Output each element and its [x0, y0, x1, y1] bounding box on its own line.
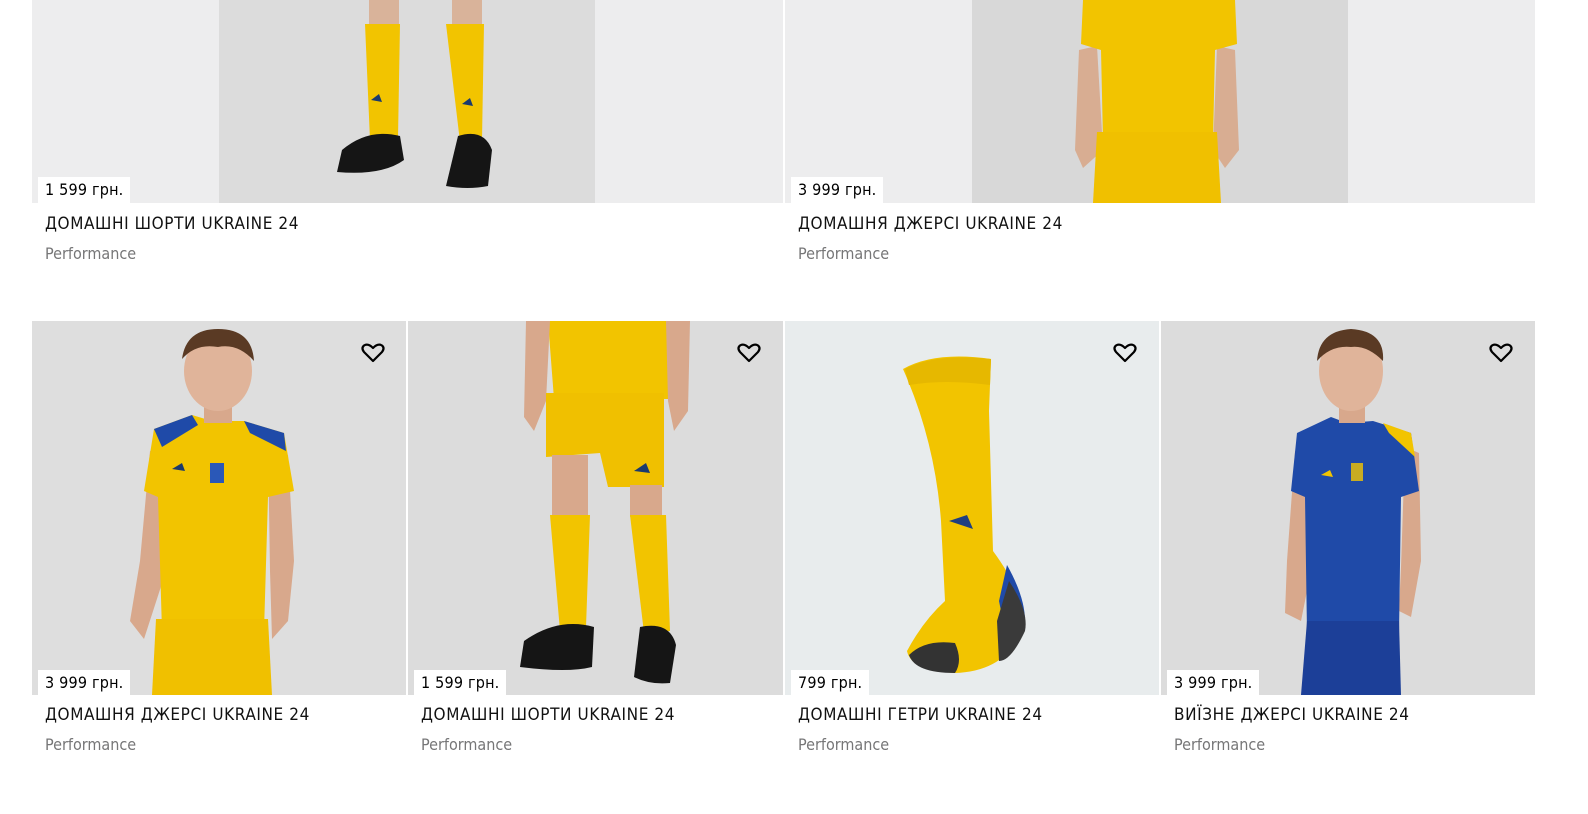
product-title[interactable]: ДОМАШНІ ГЕТРИ UKRAINE 24 [798, 705, 1043, 725]
product-price: 3 999 грн. [791, 177, 884, 203]
product-image[interactable] [408, 321, 783, 695]
product-card[interactable]: 3 999 грн. ДОМАШНЯ ДЖЕРСІ UKRAINE 24 Per… [32, 321, 406, 781]
product-price: 1 599 грн. [414, 670, 507, 696]
product-brand: Performance [798, 244, 890, 263]
product-title[interactable]: ДОМАШНЯ ДЖЕРСІ UKRAINE 24 [45, 705, 310, 725]
product-title[interactable]: ДОМАШНЯ ДЖЕРСІ UKRAINE 24 [798, 214, 1063, 234]
product-price: 799 грн. [791, 670, 870, 696]
product-brand: Performance [421, 735, 513, 754]
product-card[interactable]: 3 999 грн. ДОМАШНЯ ДЖЕРСІ UKRAINE 24 Per… [785, 0, 1535, 290]
product-image[interactable] [32, 0, 783, 203]
product-title[interactable]: ДОМАШНІ ШОРТИ UKRAINE 24 [45, 214, 299, 234]
product-brand: Performance [1174, 735, 1266, 754]
product-price: 3 999 грн. [38, 670, 131, 696]
product-card[interactable]: 1 599 грн. ДОМАШНІ ШОРТИ UKRAINE 24 Perf… [32, 0, 783, 290]
heart-icon[interactable] [737, 342, 761, 364]
product-image[interactable] [1161, 321, 1535, 695]
product-image[interactable] [32, 321, 406, 695]
heart-icon[interactable] [361, 342, 385, 364]
product-brand: Performance [798, 735, 890, 754]
product-brand: Performance [45, 244, 137, 263]
product-image[interactable] [785, 321, 1159, 695]
product-card[interactable]: 3 999 грн. ВИЇЗНЕ ДЖЕРСІ UKRAINE 24 Perf… [1161, 321, 1535, 781]
product-title[interactable]: ДОМАШНІ ШОРТИ UKRAINE 24 [421, 705, 675, 725]
product-title[interactable]: ВИЇЗНЕ ДЖЕРСІ UKRAINE 24 [1174, 705, 1410, 725]
product-image[interactable] [785, 0, 1535, 203]
product-card[interactable]: 1 599 грн. ДОМАШНІ ШОРТИ UKRAINE 24 Perf… [408, 321, 783, 781]
product-card[interactable]: 799 грн. ДОМАШНІ ГЕТРИ UKRAINE 24 Perfor… [785, 321, 1159, 781]
product-price: 1 599 грн. [38, 177, 131, 203]
product-price: 3 999 грн. [1167, 670, 1260, 696]
heart-icon[interactable] [1489, 342, 1513, 364]
heart-icon[interactable] [1113, 342, 1137, 364]
product-brand: Performance [45, 735, 137, 754]
